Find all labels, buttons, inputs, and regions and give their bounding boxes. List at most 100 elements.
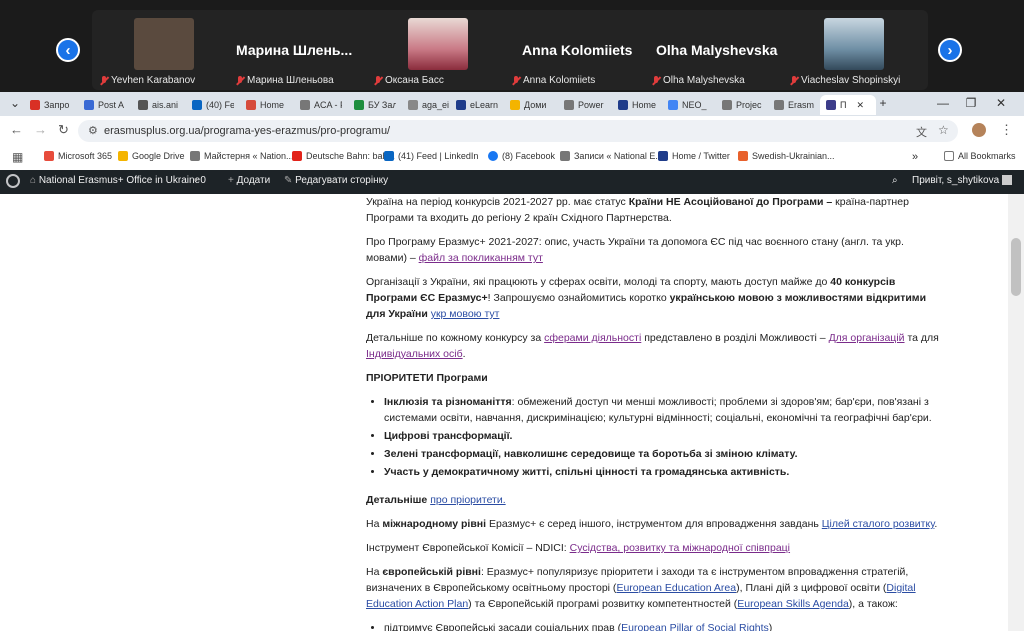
comments-link[interactable]: ▪ 0 bbox=[194, 175, 206, 186]
tab-favicon-icon bbox=[618, 100, 628, 110]
new-tab-button[interactable]: + bbox=[876, 96, 890, 110]
mic-off-icon bbox=[100, 75, 108, 86]
maximize-button[interactable]: ❐ bbox=[964, 96, 978, 110]
bookmark-item[interactable]: (41) Feed | LinkedIn bbox=[384, 151, 478, 161]
translate-icon[interactable]: 文 bbox=[916, 124, 927, 140]
page-scrollbar[interactable] bbox=[1008, 194, 1024, 631]
priorities-heading: ПРІОРИТЕТИ Програми bbox=[366, 372, 488, 384]
ndici-link[interactable]: Сусідства, розвитку та міжнародної співп… bbox=[570, 542, 790, 554]
bookmark-item[interactable]: (8) Facebook bbox=[488, 151, 555, 161]
participant-tile[interactable]: Марина Шлень... Марина Шленьова bbox=[232, 10, 366, 90]
activity-areas-link[interactable]: сферами діяльності bbox=[544, 332, 641, 344]
browser-tab[interactable]: Home bbox=[246, 95, 288, 115]
bookmark-item[interactable]: Microsoft 365 bbox=[44, 151, 112, 161]
user-greeting[interactable]: Привіт, s_shytikova bbox=[912, 175, 1012, 186]
bookmark-favicon-icon bbox=[384, 151, 394, 161]
education-area-link[interactable]: European Education Area bbox=[616, 582, 736, 594]
tab-favicon-icon bbox=[510, 100, 520, 110]
close-window-button[interactable]: ✕ bbox=[994, 96, 1008, 110]
menu-icon[interactable]: ⋮ bbox=[1000, 122, 1013, 138]
european-paragraph: На європейській рівні: Еразмус+ популяри… bbox=[366, 566, 916, 610]
browser-tab[interactable]: ais.ani bbox=[138, 95, 180, 115]
organizations-link[interactable]: Для організацій bbox=[829, 332, 905, 344]
browser-tab[interactable]: NEO_ bbox=[668, 95, 710, 115]
tab-favicon-icon bbox=[246, 100, 256, 110]
close-tab-icon[interactable]: ✕ bbox=[856, 100, 864, 111]
apps-grid-icon[interactable]: ▦ bbox=[12, 150, 23, 164]
site-name-link[interactable]: ⌂ National Erasmus+ Office in Ukraine bbox=[30, 175, 200, 186]
address-bar[interactable]: ⚙ erasmusplus.org.ua/programa-yes-erazmu… bbox=[78, 120, 958, 142]
browser-tab[interactable]: Доми bbox=[510, 95, 552, 115]
tab-favicon-icon bbox=[826, 100, 836, 110]
folder-icon bbox=[944, 151, 954, 161]
reload-icon[interactable]: ↻ bbox=[58, 122, 69, 138]
browser-window: Запро Post A ais.ani (40) Fe Home ACA - … bbox=[0, 92, 1024, 631]
next-participants-button[interactable]: › bbox=[938, 38, 962, 62]
tab-favicon-icon bbox=[408, 100, 418, 110]
participant-tile[interactable]: Yevhen Karabanov bbox=[96, 10, 230, 90]
tab-favicon-icon bbox=[84, 100, 94, 110]
all-bookmarks-button[interactable]: All Bookmarks bbox=[944, 151, 1016, 161]
bookmark-favicon-icon bbox=[292, 151, 302, 161]
browser-tab[interactable]: Post A bbox=[84, 95, 126, 115]
participant-tile[interactable]: Viacheslav Shopinskyi bbox=[786, 10, 920, 90]
plus-icon: + bbox=[228, 175, 234, 186]
participant-label: Anna Kolomiiets bbox=[512, 75, 595, 86]
admin-search-icon[interactable]: ⌕ bbox=[892, 175, 898, 186]
url-text[interactable]: erasmusplus.org.ua/programa-yes-erazmus/… bbox=[104, 125, 390, 137]
skills-agenda-link[interactable]: European Skills Agenda bbox=[737, 598, 849, 610]
back-icon[interactable]: ← bbox=[10, 122, 23, 137]
forward-icon[interactable]: → bbox=[34, 122, 47, 137]
bookmark-item[interactable]: Google Drive bbox=[118, 151, 185, 161]
participant-tile[interactable]: Оксана Басс bbox=[370, 10, 504, 90]
browser-tab[interactable]: БУ Зал bbox=[354, 95, 396, 115]
tab-favicon-icon bbox=[300, 100, 310, 110]
browser-tab[interactable]: (40) Fe bbox=[192, 95, 234, 115]
scrollbar-thumb[interactable] bbox=[1011, 238, 1021, 296]
more-bookmarks-button[interactable]: » bbox=[912, 151, 918, 163]
bookmark-item[interactable]: Deutsche Bahn: bah... bbox=[292, 151, 395, 161]
participant-tile[interactable]: Olha Malyshevska Olha Malyshevska bbox=[648, 10, 782, 90]
priorities-link[interactable]: про пріоритети. bbox=[430, 494, 505, 506]
wp-admin-bar: ⌂ National Erasmus+ Office in Ukraine ▪ … bbox=[0, 170, 1024, 194]
participant-tile[interactable]: Anna Kolomiiets Anna Kolomiiets bbox=[508, 10, 642, 90]
individuals-link[interactable]: Індивідуальних осіб bbox=[366, 348, 463, 360]
browser-tab-active[interactable]: П ✕ bbox=[820, 95, 876, 115]
sdg-link[interactable]: Цілей сталого розвитку bbox=[822, 518, 935, 530]
bookmark-favicon-icon bbox=[190, 151, 200, 161]
browser-tab[interactable]: Power bbox=[564, 95, 606, 115]
bookmark-item[interactable]: Записи « National E... bbox=[560, 151, 663, 161]
social-rights-link[interactable]: European Pillar of Social Rights bbox=[621, 622, 769, 631]
ukrainian-version-link[interactable]: укр мовою тут bbox=[431, 308, 500, 320]
browser-tab[interactable]: aga_ei bbox=[408, 95, 450, 115]
browser-tab[interactable]: Запро bbox=[30, 95, 72, 115]
minimize-button[interactable]: — bbox=[936, 96, 950, 110]
browser-tab[interactable]: Projec bbox=[722, 95, 764, 115]
priorities-list: Інклюзія та різноманіття: обмежений дост… bbox=[366, 394, 941, 480]
bookmark-item[interactable]: Swedish-Ukrainian... bbox=[738, 151, 835, 161]
tab-search-icon[interactable]: ⌄ bbox=[8, 96, 22, 110]
browser-tab[interactable]: Home bbox=[618, 95, 660, 115]
site-info-icon[interactable]: ⚙ bbox=[88, 124, 98, 137]
wordpress-logo-icon[interactable] bbox=[6, 174, 20, 188]
details-paragraph: Детальніше по кожному конкурсу за сферам… bbox=[366, 332, 939, 360]
edit-page-link[interactable]: ✎ Редагувати сторінку bbox=[284, 175, 388, 186]
bookmark-favicon-icon bbox=[488, 151, 498, 161]
mic-off-icon bbox=[652, 75, 660, 86]
tab-favicon-icon bbox=[774, 100, 784, 110]
browser-tab[interactable]: eLearn bbox=[456, 95, 498, 115]
bookmark-item[interactable]: Майстерня « Nation... bbox=[190, 151, 294, 161]
tab-favicon-icon bbox=[564, 100, 574, 110]
browser-tab[interactable]: Erasm bbox=[774, 95, 814, 115]
tab-favicon-icon bbox=[192, 100, 202, 110]
bookmark-favicon-icon bbox=[560, 151, 570, 161]
mic-off-icon bbox=[236, 75, 244, 86]
bookmark-star-icon[interactable]: ☆ bbox=[938, 123, 949, 137]
add-new-link[interactable]: + Додати bbox=[228, 175, 270, 186]
bookmark-favicon-icon bbox=[738, 151, 748, 161]
profile-avatar[interactable] bbox=[972, 123, 986, 137]
file-link[interactable]: файл за покликанням тут bbox=[419, 252, 543, 264]
previous-participants-button[interactable]: ‹ bbox=[56, 38, 80, 62]
bookmark-item[interactable]: Home / Twitter bbox=[658, 151, 730, 161]
browser-tab[interactable]: ACA - F bbox=[300, 95, 342, 115]
